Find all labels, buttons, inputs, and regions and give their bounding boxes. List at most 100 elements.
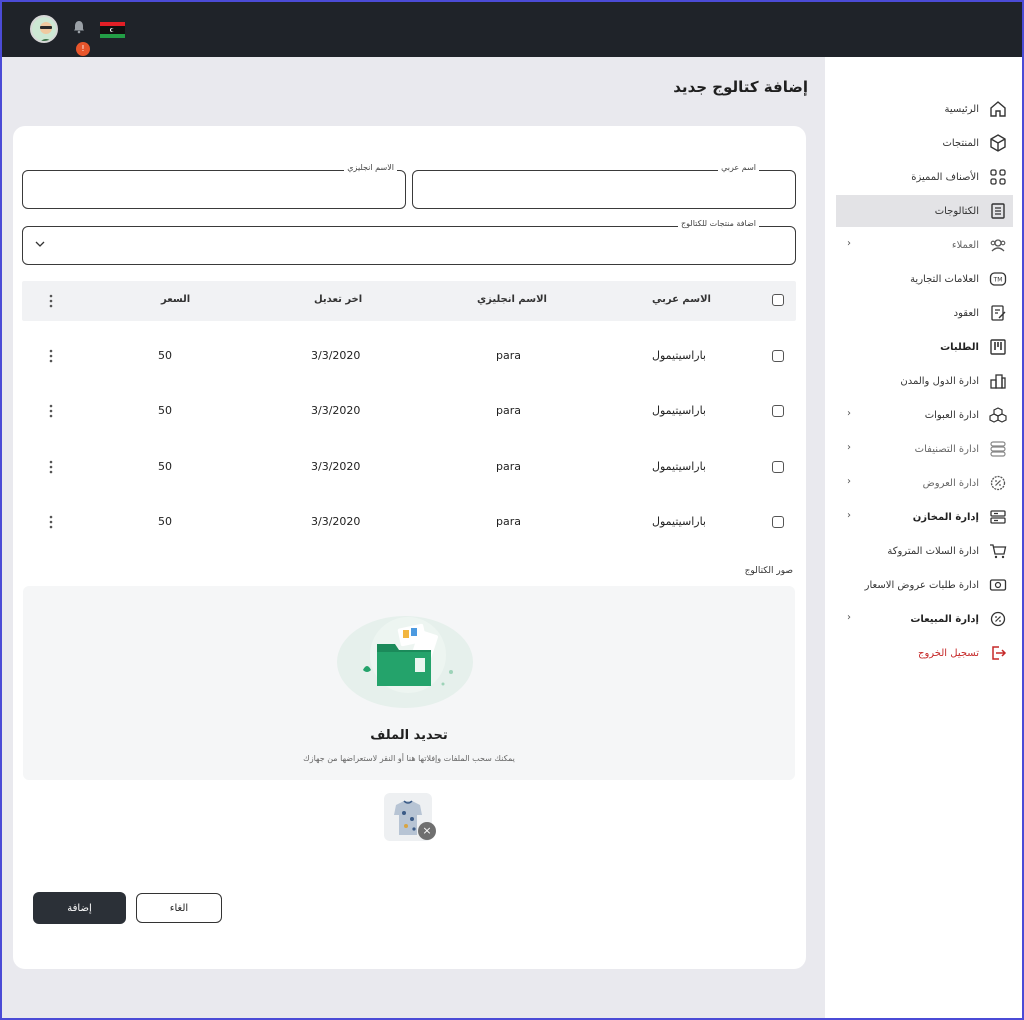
cell-price: 50 [158,349,172,362]
sidebar-item-sales[interactable]: › إدارة المبيعات [837,603,1013,635]
more-vertical-icon[interactable] [49,460,53,474]
remove-image-close-icon[interactable]: × [418,822,436,840]
sidebar-item-label: العلامات التجارية [910,273,979,285]
sidebar-item-label: تسجيل الخروج [917,647,979,659]
add-button[interactable]: إضافة [33,892,126,924]
catalog-images-label: صور الكتالوج [744,566,793,576]
chevron-right-icon: › [847,238,851,249]
sidebar-item-label: الرئيسية [944,103,979,115]
cell-last-modified: 3/3/2020 [311,404,361,417]
home-icon [990,101,1006,117]
chevron-right-icon: › [847,612,851,623]
more-vertical-icon[interactable] [49,404,53,418]
sidebar-item-label: العقود [953,307,979,319]
sidebar-item-label: الطلبات [940,341,979,353]
cell-english-name: para [496,460,521,473]
cell-last-modified: 3/3/2020 [311,349,361,362]
table-header: الاسم عربي الاسم انجليزي اخر تعديل السعر [22,281,796,321]
sidebar-item-label: العملاء [951,239,979,251]
kanban-icon [990,339,1006,355]
select-all-checkbox[interactable] [772,294,784,306]
city-icon [990,374,1006,389]
file-dropzone[interactable]: تحديد الملف يمكنك سحب الملفات وإفلاتها ه… [23,586,795,780]
chevron-down-icon [35,241,45,247]
sales-icon [990,611,1006,627]
row-checkbox[interactable] [772,405,784,417]
english-name-label: الاسم انجليزي [344,163,397,172]
sidebar-item-label: الأصناف المميزة [911,171,979,183]
users-icon [990,239,1006,252]
more-vertical-icon[interactable] [49,294,53,308]
sidebar-item-packages[interactable]: › ادارة العبوات [837,399,1013,431]
cell-arabic-name: باراسيتيمول [652,515,706,528]
sidebar-item-featured[interactable]: الأصناف المميزة [837,161,1013,193]
table-row: باراسيتيمول para 3/3/2020 50 [22,391,796,431]
arabic-name-field[interactable]: اسم عربي [412,163,796,209]
table-row: باراسيتيمول para 3/3/2020 50 [22,336,796,376]
sidebar-item-customers[interactable]: › العملاء [837,229,1013,261]
cell-english-name: para [496,515,521,528]
offer-icon [990,475,1006,491]
more-vertical-icon[interactable] [49,515,53,529]
sidebar-item-countries[interactable]: ادارة الدول والمدن [837,365,1013,397]
cell-english-name: para [496,349,521,362]
cell-arabic-name: باراسيتيمول [652,460,706,473]
svg-text:TM: TM [993,277,1003,284]
sidebar-item-label: ادارة السلات المتروكة [887,545,979,557]
cell-price: 50 [158,515,172,528]
cell-price: 50 [158,404,172,417]
sidebar-item-categories[interactable]: › ادارة التصنيفات [837,433,1013,465]
cell-arabic-name: باراسيتيمول [652,404,706,417]
row-checkbox[interactable] [772,350,784,362]
add-products-select[interactable]: اضافة منتجات للكتالوج [22,219,796,265]
table-row: باراسيتيمول para 3/3/2020 50 [22,502,796,542]
user-avatar[interactable] [30,15,58,43]
table-row: باراسيتيمول para 3/3/2020 50 [22,447,796,487]
arabic-name-label: اسم عربي [718,163,759,172]
more-vertical-icon[interactable] [49,349,53,363]
row-checkbox[interactable] [772,461,784,473]
cart-icon [990,544,1007,559]
english-name-field[interactable]: الاسم انجليزي [22,163,406,209]
document-icon [991,203,1005,219]
catalog-form-card: اسم عربي الاسم انجليزي اضافة منتجات للكت… [13,126,806,969]
cancel-button[interactable]: الغاء [136,893,222,923]
sidebar-item-label: ادارة التصنيفات [914,443,979,455]
cell-english-name: para [496,404,521,417]
sidebar-item-warehouses[interactable]: › إدارة المخازن [837,501,1013,533]
dropzone-title: تحديد الملف [370,728,448,743]
sidebar-item-home[interactable]: الرئيسية [837,93,1013,125]
dropzone-subtitle: يمكنك سحب الملفات وإفلاتها هنا أو النقر … [303,754,515,763]
sidebar-item-label: الكتالوجات [934,205,979,217]
sidebar-item-label: ادارة طلبات عروض الاسعار [864,579,979,591]
cell-price: 50 [158,460,172,473]
sidebar-item-products[interactable]: المنتجات [837,127,1013,159]
sidebar-item-label: إدارة المخازن [912,511,979,523]
sidebar-item-label: ادارة الدول والمدن [900,375,979,387]
grid-icon [990,169,1006,185]
chevron-right-icon: › [847,510,851,521]
cell-last-modified: 3/3/2020 [311,460,361,473]
price-request-icon [989,579,1007,591]
chevron-right-icon: › [847,408,851,419]
sidebar-item-brands[interactable]: العلامات التجارية TM [837,263,1013,295]
sidebar-item-catalogs[interactable]: الكتالوجات [836,195,1013,227]
top-bar [2,2,1022,57]
bell-icon[interactable] [72,20,86,34]
contract-icon [991,305,1006,321]
cell-last-modified: 3/3/2020 [311,515,361,528]
column-arabic-name: الاسم عربي [652,294,711,305]
sidebar-item-contracts[interactable]: العقود [837,297,1013,329]
chevron-right-icon: › [847,476,851,487]
add-products-label: اضافة منتجات للكتالوج [678,219,759,228]
sidebar-item-offers[interactable]: › ادارة العروض [837,467,1013,499]
sidebar-item-label: ادارة العروض [922,477,979,489]
sidebar-item-orders[interactable]: الطلبات [837,331,1013,363]
language-flag-icon[interactable] [100,22,125,38]
sidebar-item-logout[interactable]: تسجيل الخروج [837,637,1013,669]
row-checkbox[interactable] [772,516,784,528]
sidebar-item-abandoned-carts[interactable]: ادارة السلات المتروكة [837,535,1013,567]
notification-badge: ! [76,42,90,56]
page-title: إضافة كتالوج جديد [673,78,808,96]
sidebar-item-price-requests[interactable]: ادارة طلبات عروض الاسعار [837,569,1013,601]
